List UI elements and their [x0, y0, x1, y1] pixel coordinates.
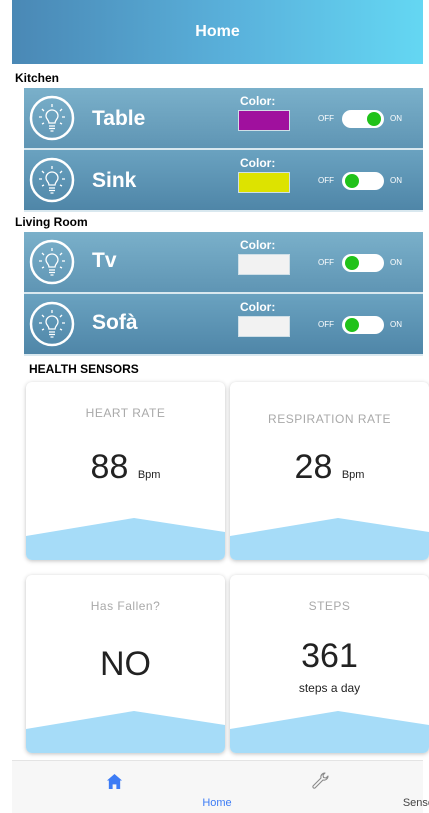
color-swatch[interactable] [238, 254, 290, 275]
card-value-line: 28 Bpm [230, 448, 429, 487]
header: Home [12, 0, 423, 64]
light-name: Tv [92, 249, 117, 273]
light-row-table: Table Color: OFF ON [24, 88, 423, 150]
card-label: STEPS [230, 599, 429, 613]
power-toggle[interactable] [342, 254, 384, 272]
on-label: ON [390, 258, 402, 267]
on-label: ON [390, 176, 402, 185]
steps-card[interactable]: STEPS 361 steps a day [230, 575, 429, 753]
power-toggle[interactable] [342, 172, 384, 190]
toggle-knob [367, 112, 381, 126]
wave-graphic [26, 514, 225, 560]
color-label: Color: [240, 94, 275, 108]
light-row-tv: Tv Color: OFF ON [24, 232, 423, 294]
on-label: ON [390, 320, 402, 329]
page-title: Home [195, 23, 239, 41]
on-label: ON [390, 114, 402, 123]
tab-bar: Home Sensors [12, 760, 423, 813]
app: Home Kitchen Table Color: OFF ON Sink Co… [12, 0, 423, 812]
lightbulb-icon[interactable] [29, 239, 75, 285]
heart-rate-card[interactable]: HEART RATE 88 Bpm [26, 382, 225, 560]
home-icon [106, 773, 123, 790]
toggle-knob [345, 256, 359, 270]
color-swatch[interactable] [238, 110, 290, 131]
color-label: Color: [240, 300, 275, 314]
off-label: OFF [318, 176, 334, 185]
room-title-kitchen: Kitchen [12, 64, 423, 88]
card-value: 88 [91, 448, 129, 486]
card-label: RESPIRATION RATE [230, 412, 429, 426]
room-title-living-room: Living Room [12, 212, 423, 232]
card-value: 361 [230, 637, 429, 676]
power-toggle[interactable] [342, 110, 384, 128]
lightbulb-icon[interactable] [29, 157, 75, 203]
wave-graphic [230, 707, 429, 753]
health-sensors-title: HEALTH SENSORS [12, 356, 423, 378]
color-label: Color: [240, 156, 275, 170]
color-swatch[interactable] [238, 172, 290, 193]
card-value: NO [26, 645, 225, 684]
tab-label: Sensors [321, 797, 429, 809]
respiration-rate-card[interactable]: RESPIRATION RATE 28 Bpm [230, 382, 429, 560]
off-label: OFF [318, 258, 334, 267]
card-label: HEART RATE [26, 406, 225, 420]
lightbulb-icon[interactable] [29, 301, 75, 347]
light-name: Sofà [92, 311, 138, 335]
toggle-knob [345, 318, 359, 332]
card-unit: Bpm [342, 469, 365, 481]
light-row-sofa: Sofà Color: OFF ON [24, 294, 423, 356]
light-name: Sink [92, 169, 136, 193]
card-value: 28 [295, 448, 333, 486]
toggle-knob [345, 174, 359, 188]
off-label: OFF [318, 114, 334, 123]
color-label: Color: [240, 238, 275, 252]
power-toggle[interactable] [342, 316, 384, 334]
wave-graphic [26, 707, 225, 753]
card-label: Has Fallen? [26, 599, 225, 613]
light-name: Table [92, 107, 145, 131]
color-swatch[interactable] [238, 316, 290, 337]
has-fallen-card[interactable]: Has Fallen? NO [26, 575, 225, 753]
wave-graphic [230, 514, 429, 560]
off-label: OFF [318, 320, 334, 329]
card-unit: steps a day [230, 681, 429, 695]
tab-sensors[interactable]: Sensors [218, 761, 423, 813]
wrench-icon [310, 771, 330, 791]
card-value-line: 88 Bpm [26, 448, 225, 487]
tab-home[interactable]: Home [12, 761, 217, 813]
card-unit: Bpm [138, 469, 161, 481]
light-row-sink: Sink Color: OFF ON [24, 150, 423, 212]
lightbulb-icon[interactable] [29, 95, 75, 141]
